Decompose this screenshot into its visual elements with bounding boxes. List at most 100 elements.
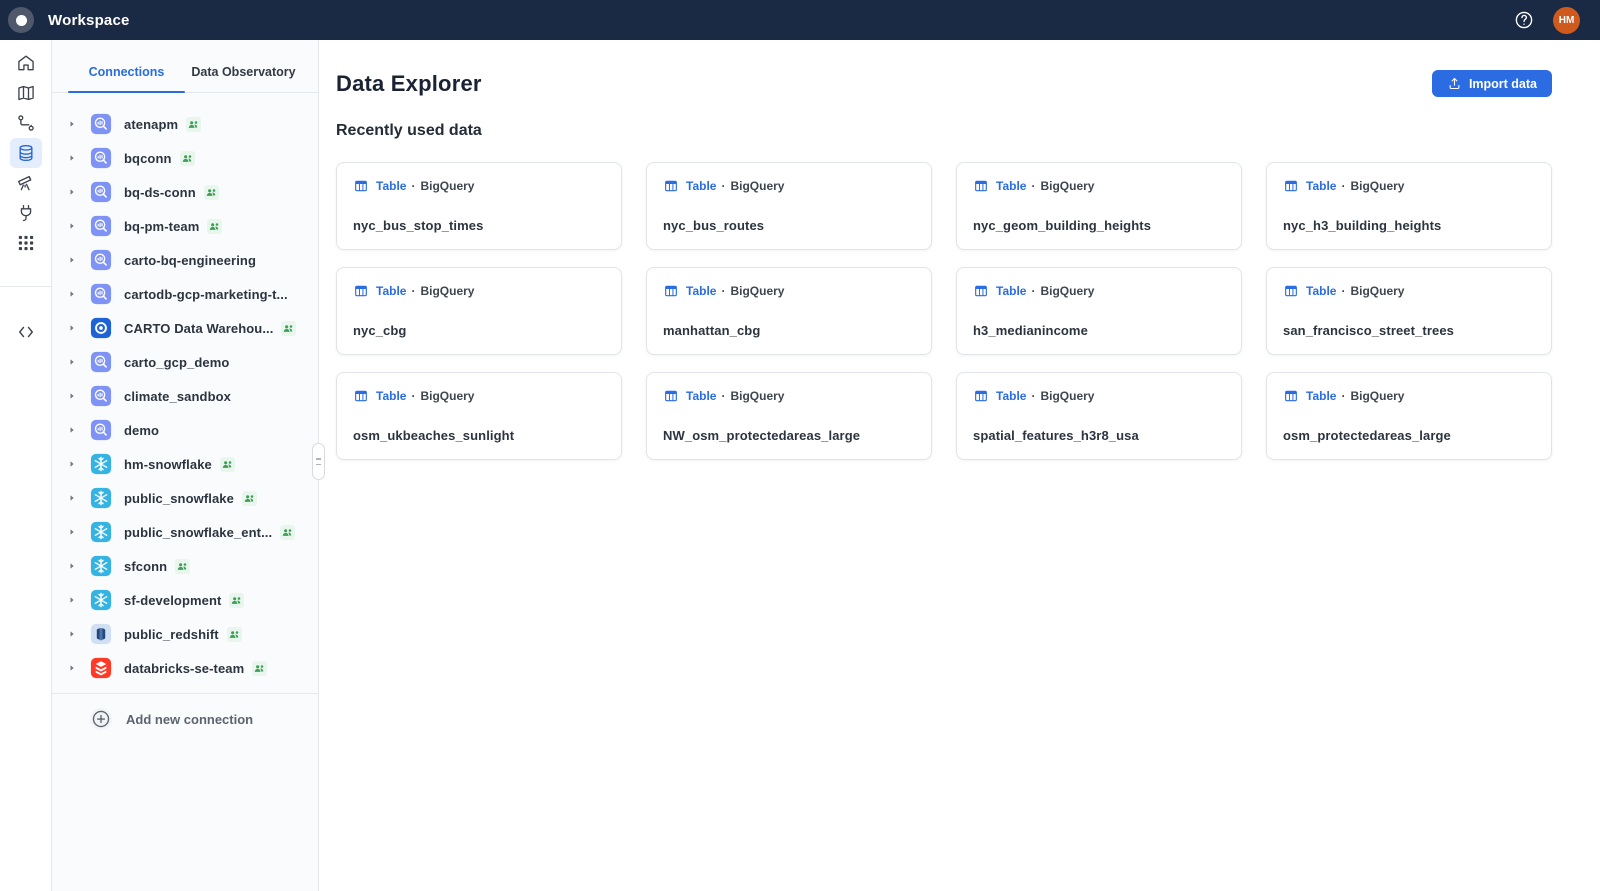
meta-separator: · [1341,179,1346,193]
connection-row-public-snowflake[interactable]: public_snowflake [52,481,318,515]
dataset-type: Table [1306,179,1337,193]
bigquery-icon [90,351,112,373]
dataset-card[interactable]: Table · BigQuery NW_osm_protectedareas_lar… [646,372,932,460]
rail-divider [0,286,52,287]
bigquery-icon [90,419,112,441]
bigquery-icon [90,181,112,203]
rail-item-developers[interactable] [10,317,42,347]
dataset-name: nyc_bus_stop_times [353,218,484,233]
rail-item-data-explorer[interactable] [9,138,42,168]
dataset-type: Table [376,179,407,193]
connection-row-sfconn[interactable]: sfconn [52,549,318,583]
chevron-right-icon[interactable] [67,663,77,673]
import-data-button[interactable]: Import data [1431,70,1552,97]
chevron-right-icon[interactable] [67,357,77,367]
connection-row-cartodb-gcp-marketing[interactable]: cartodb-gcp-marketing-t... [52,277,318,311]
sidebar-resize-handle[interactable] [312,443,325,480]
dataset-card[interactable]: Table · BigQuery h3_medianincome [956,267,1242,355]
connection-row-atenapm[interactable]: atenapm [52,107,318,141]
dataset-card[interactable]: Table · BigQuery osm_protectedareas_large [1266,372,1552,460]
chevron-right-icon[interactable] [67,629,77,639]
meta-separator: · [1031,389,1036,403]
dataset-card[interactable]: Table · BigQuery manhattan_cbg [646,267,932,355]
connection-row-bqconn[interactable]: bqconn [52,141,318,175]
connection-name: databricks-se-team [124,660,245,676]
table-icon [1283,178,1299,194]
rail-item-workflows[interactable] [10,108,42,138]
connection-row-carto-bq-engineering[interactable]: carto-bq-engineering [52,243,318,277]
dataset-card[interactable]: Table · BigQuery nyc_cbg [336,267,622,355]
dataset-card[interactable]: Table · BigQuery osm_ukbeaches_sunlight [336,372,622,460]
rail-item-home[interactable] [10,48,42,78]
dataset-card[interactable]: Table · BigQuery nyc_bus_routes [646,162,932,250]
connection-row-public-redshift[interactable]: public_redshift [52,617,318,651]
meta-separator: · [1031,179,1036,193]
table-icon [663,388,679,404]
table-icon [1283,388,1299,404]
dataset-provider: BigQuery [730,389,785,403]
connection-row-bq-ds-conn[interactable]: bq-ds-conn [52,175,318,209]
dataset-name: nyc_cbg [353,323,407,338]
shared-users-icon [281,320,297,336]
rail-item-applications[interactable] [10,228,42,258]
connection-name: climate_sandbox [124,388,231,404]
connection-row-bq-pm-team[interactable]: bq-pm-team [52,209,318,243]
add-new-connection-button[interactable]: Add new connection [52,694,318,744]
chevron-right-icon[interactable] [67,119,77,129]
tab-connections[interactable]: Connections [68,55,185,93]
snowflake-icon [90,555,112,577]
chevron-right-icon[interactable] [67,289,77,299]
app-title: Workspace [48,11,130,29]
connection-row-climate-sandbox[interactable]: climate_sandbox [52,379,318,413]
connection-row-hm-snowflake[interactable]: hm-snowflake [52,447,318,481]
connection-row-demo[interactable]: demo [52,413,318,447]
rail-item-maps[interactable] [10,78,42,108]
connection-name: CARTO Data Warehou... [124,320,274,336]
connection-name: bq-pm-team [124,218,200,234]
dataset-card[interactable]: Table · BigQuery spatial_features_h3r8_usa [956,372,1242,460]
shared-users-icon [203,184,219,200]
dataset-provider: BigQuery [1040,179,1095,193]
bigquery-icon [90,283,112,305]
chevron-right-icon[interactable] [67,493,77,503]
chevron-right-icon[interactable] [67,561,77,571]
dataset-provider: BigQuery [730,284,785,298]
dataset-card[interactable]: Table · BigQuery nyc_h3_building_heights [1266,162,1552,250]
chevron-right-icon[interactable] [67,527,77,537]
dataset-card[interactable]: Table · BigQuery nyc_geom_building_heights [956,162,1242,250]
carto-logo[interactable] [8,7,34,33]
chevron-right-icon[interactable] [67,323,77,333]
user-avatar[interactable]: HM [1553,6,1580,34]
chevron-right-icon[interactable] [67,187,77,197]
rail-item-connections[interactable] [10,198,42,228]
dataset-type: Table [686,179,717,193]
connection-row-carto-gcp-demo[interactable]: carto_gcp_demo [52,345,318,379]
connection-row-public-snowflake-ent[interactable]: public_snowflake_ent... [52,515,318,549]
home-icon [16,53,36,73]
chevron-right-icon[interactable] [67,425,77,435]
chevron-right-icon[interactable] [67,255,77,265]
shared-users-icon [179,150,195,166]
connection-name: atenapm [124,116,179,132]
shared-users-icon [207,218,223,234]
connection-row-carto-data-warehouse[interactable]: CARTO Data Warehou... [52,311,318,345]
chevron-right-icon[interactable] [67,459,77,469]
help-icon[interactable] [1513,9,1535,31]
dataset-name: nyc_geom_building_heights [973,218,1152,233]
chevron-right-icon[interactable] [67,221,77,231]
table-icon [1283,283,1299,299]
connection-name: cartodb-gcp-marketing-t... [124,286,288,302]
chevron-right-icon[interactable] [67,153,77,163]
dataset-type: Table [1306,284,1337,298]
connection-name: demo [124,422,160,438]
tab-data-observatory[interactable]: Data Observatory [185,55,302,92]
chevron-right-icon[interactable] [67,595,77,605]
connection-row-sf-development[interactable]: sf-development [52,583,318,617]
rail-item-data-observatory[interactable] [10,168,42,198]
plus-circle-icon [90,708,112,730]
chevron-right-icon[interactable] [67,391,77,401]
dataset-card[interactable]: Table · BigQuery nyc_bus_stop_times [336,162,622,250]
connection-row-databricks-se-team[interactable]: databricks-se-team [52,651,318,685]
shared-users-icon [252,660,268,676]
dataset-card[interactable]: Table · BigQuery san_francisco_street_tree… [1266,267,1552,355]
